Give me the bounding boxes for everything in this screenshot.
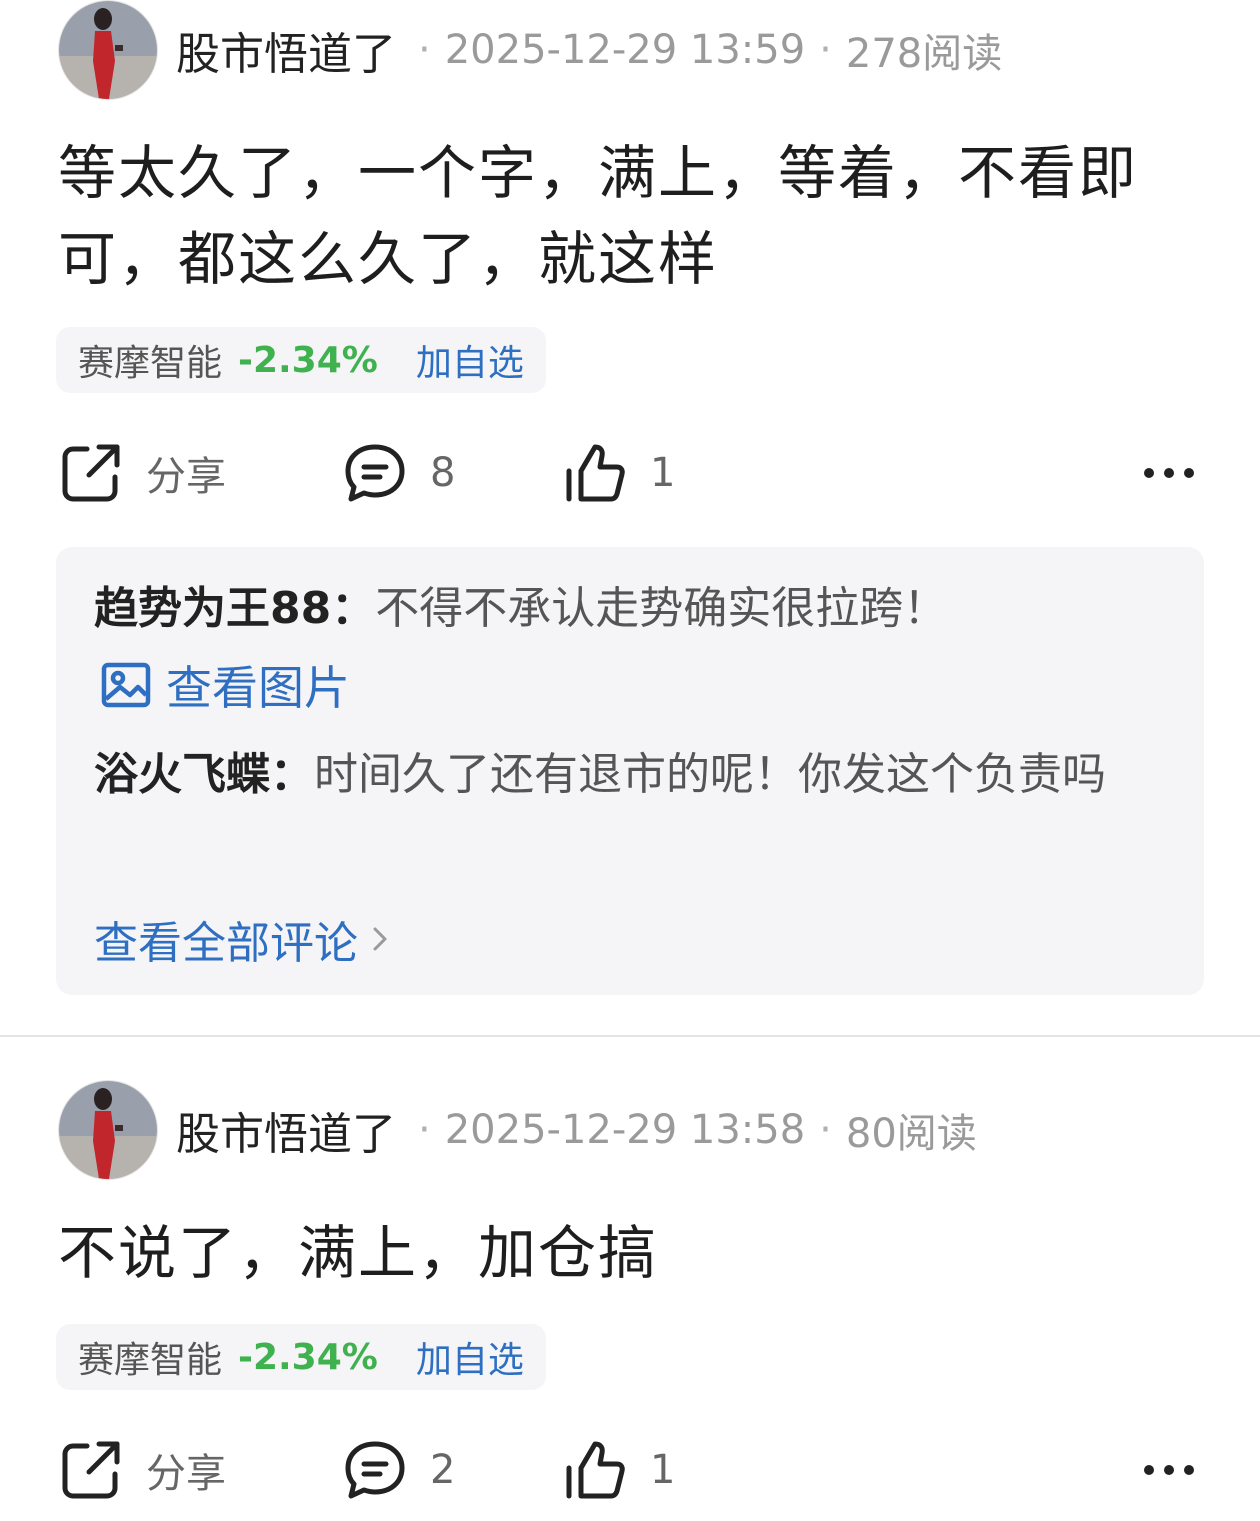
read-count: 278阅读 bbox=[845, 31, 1003, 77]
more-button[interactable] bbox=[1136, 438, 1202, 508]
commenter-name[interactable]: 浴火飞蝶： bbox=[94, 749, 314, 800]
like-button[interactable]: 1 bbox=[562, 1435, 675, 1505]
share-label: 分享 bbox=[146, 454, 226, 500]
post-header: 股市悟道了 · 2025-12-29 13:59 · 278阅读 bbox=[58, 0, 1002, 100]
avatar[interactable] bbox=[58, 1080, 158, 1180]
more-icon bbox=[1136, 1437, 1202, 1503]
image-icon bbox=[100, 658, 154, 712]
like-count: 1 bbox=[650, 1447, 676, 1493]
read-count: 80阅读 bbox=[845, 1111, 977, 1157]
comment-item[interactable]: 趋势为王88：不得不承认走势确实很拉跨！ bbox=[94, 574, 1154, 644]
comment-text: 不得不承认走势确实很拉跨！ bbox=[375, 583, 948, 634]
commenter-name[interactable]: 趋势为王88： bbox=[94, 583, 375, 634]
comment-icon bbox=[342, 440, 408, 506]
post-datetime: 2025-12-29 13:58 bbox=[444, 1107, 806, 1153]
stock-chip[interactable]: 赛摩智能 -2.34% 加自选 bbox=[56, 327, 546, 393]
comments-preview: 趋势为王88：不得不承认走势确实很拉跨！ 查看图片 浴火飞蝶：时间久了还有退市的… bbox=[56, 547, 1204, 995]
view-image-link[interactable]: 查看图片 bbox=[100, 652, 350, 718]
stock-name[interactable]: 赛摩智能 bbox=[78, 334, 222, 386]
comment-button[interactable]: 8 bbox=[342, 438, 455, 508]
comment-count: 8 bbox=[430, 450, 456, 496]
author-name[interactable]: 股市悟道了 bbox=[176, 1098, 396, 1162]
like-count: 1 bbox=[650, 450, 676, 496]
post-datetime: 2025-12-29 13:59 bbox=[444, 27, 806, 73]
post-divider bbox=[0, 1035, 1260, 1037]
stock-change: -2.34% bbox=[238, 1336, 378, 1378]
stock-chip[interactable]: 赛摩智能 -2.34% 加自选 bbox=[56, 1324, 546, 1390]
like-button[interactable]: 1 bbox=[562, 438, 675, 508]
stock-name[interactable]: 赛摩智能 bbox=[78, 1331, 222, 1383]
action-bar: 分享 8 1 bbox=[58, 438, 1208, 508]
stock-change: -2.34% bbox=[238, 339, 378, 381]
add-watchlist-button[interactable]: 加自选 bbox=[416, 334, 524, 386]
comment-icon bbox=[342, 1437, 408, 1503]
add-watchlist-button[interactable]: 加自选 bbox=[416, 1331, 524, 1383]
like-icon bbox=[562, 1437, 628, 1503]
chevron-right-icon bbox=[372, 925, 388, 953]
view-image-label: 查看图片 bbox=[166, 661, 350, 715]
post-header: 股市悟道了 · 2025-12-29 13:58 · 80阅读 bbox=[58, 1080, 977, 1180]
comment-button[interactable]: 2 bbox=[342, 1435, 455, 1505]
view-all-label: 查看全部评论 bbox=[94, 918, 358, 969]
comment-count: 2 bbox=[430, 1447, 456, 1493]
share-icon bbox=[58, 1437, 124, 1503]
more-button[interactable] bbox=[1136, 1435, 1202, 1505]
comment-text: 时间久了还有退市的呢！你发这个负责吗 bbox=[314, 749, 1106, 800]
post-meta: · 2025-12-29 13:59 · 278阅读 bbox=[404, 21, 1002, 79]
share-label: 分享 bbox=[146, 1451, 226, 1497]
share-icon bbox=[58, 440, 124, 506]
avatar[interactable] bbox=[58, 0, 158, 100]
author-name[interactable]: 股市悟道了 bbox=[176, 18, 396, 82]
more-icon bbox=[1136, 440, 1202, 506]
post-meta: · 2025-12-29 13:58 · 80阅读 bbox=[404, 1101, 977, 1159]
comment-item[interactable]: 浴火飞蝶：时间久了还有退市的呢！你发这个负责吗 bbox=[94, 740, 1154, 810]
view-all-comments-link[interactable]: 查看全部评论 bbox=[94, 907, 388, 971]
post-content[interactable]: 不说了，满上，加仓搞 bbox=[58, 1210, 1208, 1296]
share-button[interactable]: 分享 bbox=[58, 1435, 226, 1505]
like-icon bbox=[562, 440, 628, 506]
action-bar: 分享 2 1 bbox=[58, 1435, 1208, 1505]
post-content[interactable]: 等太久了，一个字，满上，等着，不看即可，都这么久了，就这样 bbox=[58, 130, 1208, 302]
share-button[interactable]: 分享 bbox=[58, 438, 226, 508]
